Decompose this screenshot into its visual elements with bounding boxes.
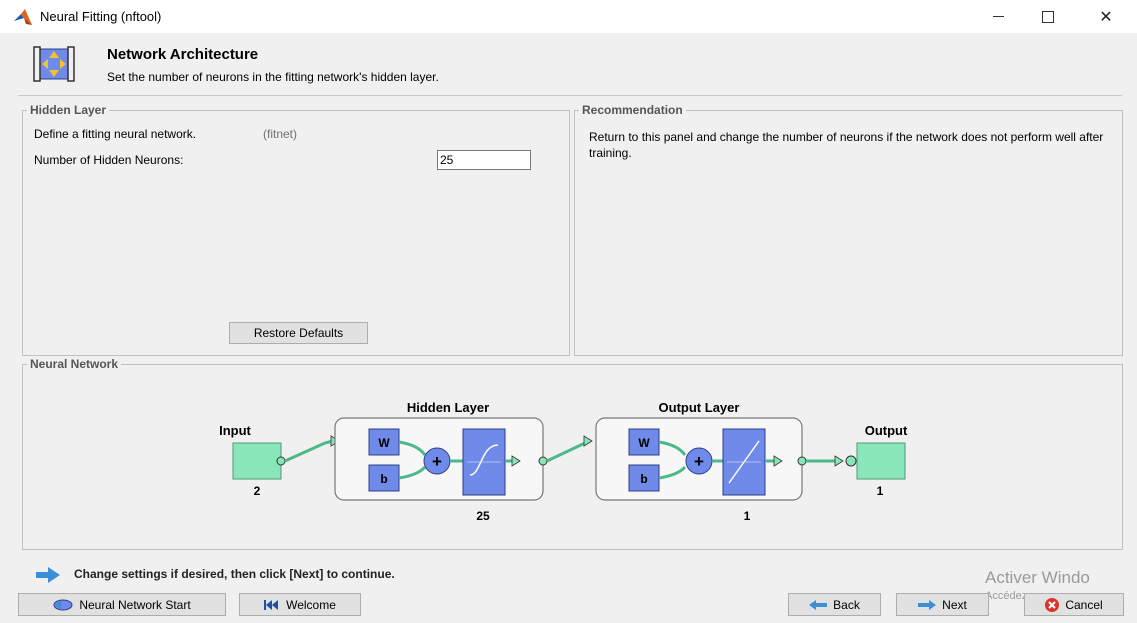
arrow-right-icon: [36, 567, 60, 583]
output-neuron-count: 1: [744, 509, 751, 523]
hidden-to-output-arrow: [583, 435, 593, 447]
hidden-layer-title: Hidden Layer: [407, 400, 489, 415]
neural-network-panel: Neural Network Input 2 Hidden Layer W b …: [22, 357, 1123, 550]
recommendation-text: Return to this panel and change the numb…: [589, 130, 1104, 160]
cancel-icon: [1045, 597, 1060, 612]
input-count: 2: [254, 484, 261, 498]
cancel-label: Cancel: [1065, 597, 1103, 612]
hidden-neurons-label: Number of Hidden Neurons:: [34, 153, 184, 167]
instruction-text: Change settings if desired, then click […: [74, 567, 395, 581]
arrow-right-icon: [918, 599, 937, 610]
output-label: Output: [865, 423, 908, 438]
define-network-text: Define a fitting neural network.: [34, 127, 197, 141]
welcome-button[interactable]: Welcome: [239, 593, 361, 616]
welcome-label: Welcome: [286, 597, 336, 612]
fitnet-hint: (fitnet): [263, 127, 298, 141]
neural-network-start-label: Neural Network Start: [79, 597, 191, 612]
hidden-sum-label: +: [432, 452, 442, 471]
back-button[interactable]: Back: [788, 593, 881, 616]
activation-watermark: Activer Windo: [985, 568, 1090, 587]
rewind-icon: [264, 599, 279, 610]
header-divider: [18, 95, 1122, 96]
maximize-button[interactable]: [1025, 0, 1071, 33]
output-bias-label: b: [640, 472, 647, 486]
next-label: Next: [942, 597, 967, 612]
page-title: Network Architecture: [107, 46, 259, 63]
hidden-weight-label: W: [378, 436, 390, 450]
network-diagram: Input 2 Hidden Layer W b + 25 Output Lay…: [219, 400, 908, 523]
output-connector: [845, 455, 857, 467]
restore-defaults-button[interactable]: Restore Defaults: [229, 322, 368, 344]
output-count: 1: [877, 484, 884, 498]
maximize-icon: [1042, 10, 1054, 23]
hidden-connector: [538, 456, 548, 466]
hidden-layer-legend: Hidden Layer: [27, 103, 110, 117]
output-node: [856, 442, 906, 480]
close-icon: ✕: [1099, 8, 1113, 26]
output-layer-title: Output Layer: [659, 400, 740, 415]
cancel-button[interactable]: Cancel: [1024, 593, 1124, 616]
window-title: Neural Fitting (nftool): [40, 9, 162, 24]
output-layer-connector: [797, 456, 807, 466]
next-button[interactable]: Next: [896, 593, 989, 616]
close-button[interactable]: ✕: [1083, 0, 1129, 33]
page-subtitle: Set the number of neurons in the fitting…: [107, 70, 439, 84]
neural-network-start-button[interactable]: Neural Network Start: [18, 593, 226, 616]
recommendation-panel: Recommendation Return to this panel and …: [574, 103, 1123, 356]
hidden-to-output-link: [546, 441, 586, 463]
recommendation-legend: Recommendation: [579, 103, 686, 117]
network-start-icon: [53, 599, 73, 610]
minimize-icon: [992, 16, 1004, 17]
input-node: [232, 442, 282, 480]
arrow-left-icon: [809, 599, 828, 610]
back-label: Back: [833, 597, 860, 612]
matlab-icon: [14, 9, 32, 25]
output-sum-label: +: [694, 452, 704, 471]
minimize-button[interactable]: [975, 0, 1021, 33]
output-arrow: [834, 455, 844, 467]
title-bar: Neural Fitting (nftool) ✕: [0, 0, 1137, 33]
network-architecture-icon: [33, 46, 75, 82]
hidden-bias-label: b: [380, 472, 387, 486]
output-weight-label: W: [638, 436, 650, 450]
input-label: Input: [219, 423, 251, 438]
hidden-neuron-count: 25: [476, 509, 490, 523]
input-connector: [276, 456, 286, 466]
hidden-layer-panel: Hidden Layer Define a fitting neural net…: [22, 103, 570, 356]
hidden-neurons-input[interactable]: [437, 150, 531, 170]
input-link: [284, 441, 326, 463]
